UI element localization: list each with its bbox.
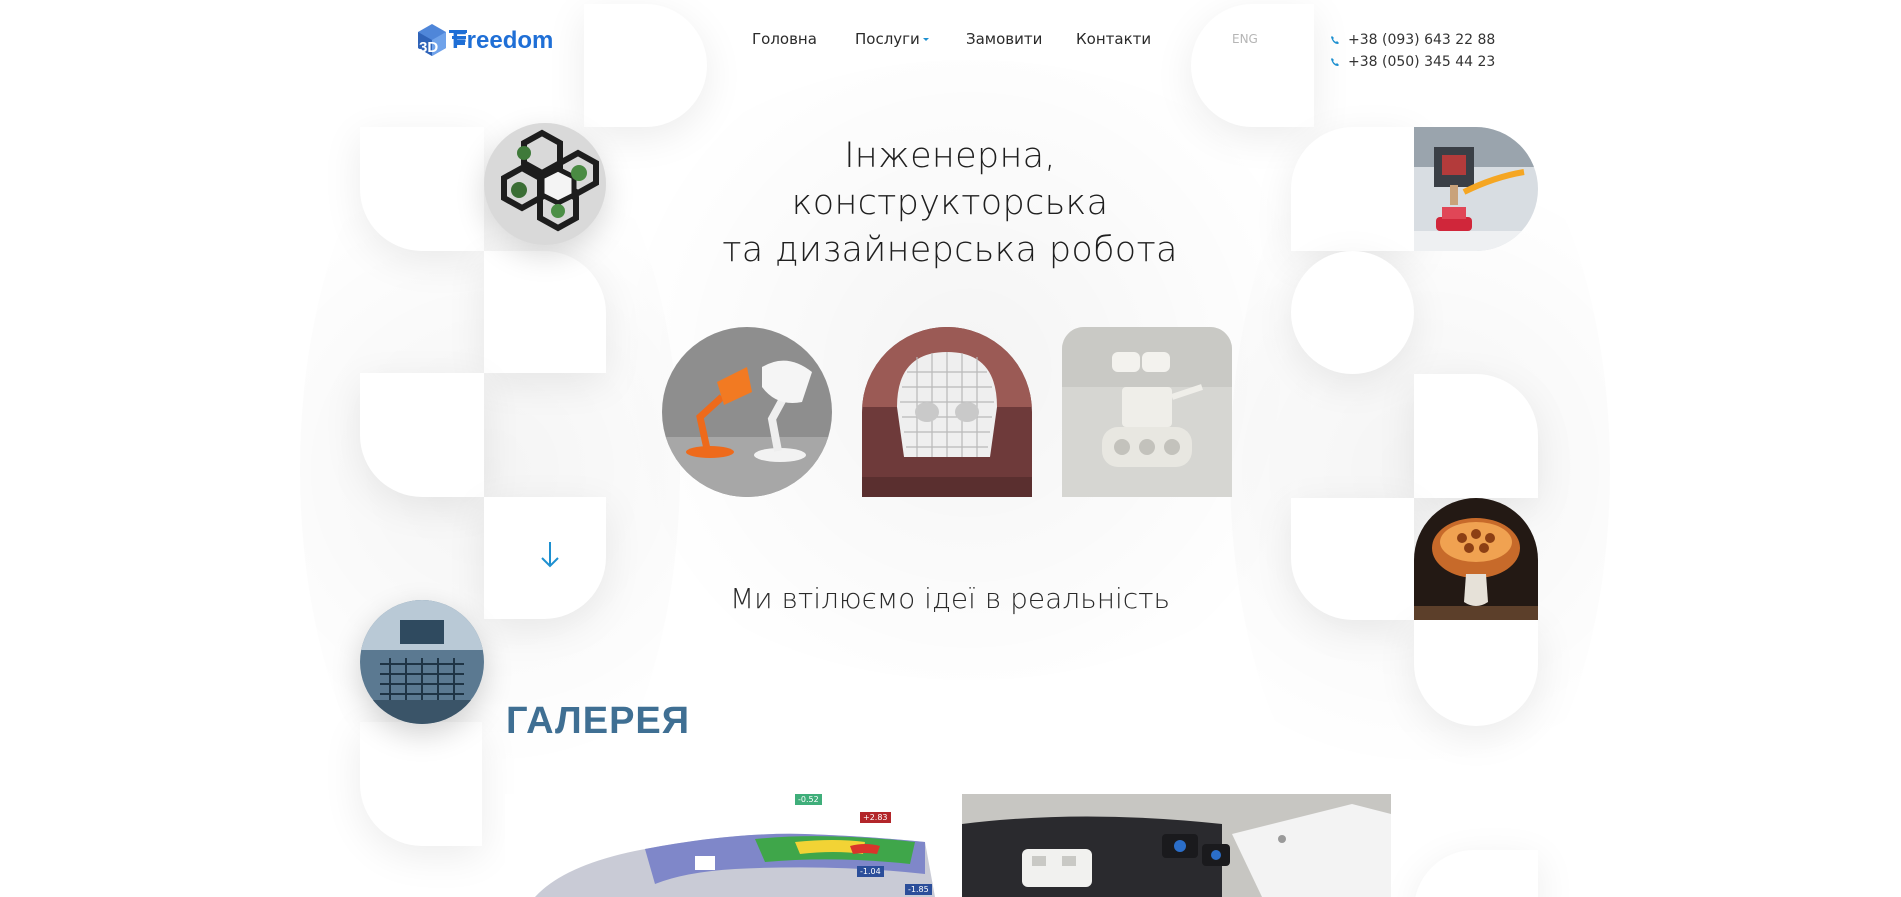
- printer-head-photo: [1414, 127, 1538, 251]
- language-switch[interactable]: ENG: [1232, 32, 1258, 46]
- decor-tile: [1291, 127, 1414, 251]
- phone-list: +38 (093) 643 22 88 +38 (050) 345 44 23: [1330, 29, 1495, 73]
- chevron-down-icon: [922, 38, 929, 41]
- cad-value-badge: -1.04: [857, 866, 884, 877]
- decor-tile: [360, 127, 484, 251]
- decor-tile: [484, 251, 606, 373]
- page: 3D Freedom Головна Послуги Замовити Конт…: [0, 0, 1901, 897]
- decor-tile: [360, 373, 484, 497]
- site-logo[interactable]: 3D Freedom: [416, 22, 576, 60]
- decor-tile: [1191, 4, 1314, 127]
- decor-tile: [360, 722, 482, 846]
- lamps-photo: [662, 327, 832, 497]
- nav-item-services[interactable]: Послуги: [855, 30, 929, 48]
- hero-title-line: Інженерна,: [844, 136, 1056, 176]
- skull-photo: [862, 327, 1032, 497]
- nav-item-home[interactable]: Головна: [752, 30, 817, 48]
- cad-analysis-image[interactable]: -0.52 +2.83 -1.04 -1.85: [505, 794, 935, 897]
- 3d-scanner-image[interactable]: [962, 794, 1391, 897]
- decor-tile: [1291, 498, 1414, 620]
- hero-title-line: та дизайнерська робота: [722, 230, 1178, 270]
- nav-item-label: Контакти: [1076, 30, 1152, 48]
- cad-value-badge: -0.52: [795, 794, 822, 805]
- phone-row[interactable]: +38 (050) 345 44 23: [1330, 51, 1495, 73]
- phone-icon: [1331, 36, 1339, 44]
- phone-number: +38 (093) 643 22 88: [1348, 32, 1496, 48]
- hero-tagline: Ми втілюємо ідеї в реальність: [729, 582, 1171, 615]
- nav-item-label: Головна: [752, 30, 817, 48]
- phone-row[interactable]: +38 (093) 643 22 88: [1330, 29, 1495, 51]
- decor-tile: [1414, 374, 1538, 498]
- scroll-down-arrow-icon[interactable]: [537, 538, 563, 570]
- phone-icon: [1331, 58, 1339, 66]
- phone-number: +38 (050) 345 44 23: [1348, 54, 1496, 70]
- mushroom-lamp-photo: [1414, 498, 1538, 620]
- hero-title-line: конструкторська: [791, 183, 1109, 223]
- nav-item-contacts[interactable]: Контакти: [1076, 30, 1151, 48]
- logo-prefix-text: 3D: [419, 39, 438, 56]
- logo-word-text: Freedom: [452, 27, 553, 54]
- gallery-heading: ГАЛЕРЕЯ: [506, 700, 691, 742]
- hexagon-planter-photo: [484, 123, 606, 245]
- nav-item-label: Послуги: [855, 30, 920, 48]
- nav-item-order[interactable]: Замовити: [966, 30, 1042, 48]
- robot-photo: [1062, 327, 1232, 497]
- lattice-print-photo: [360, 600, 484, 724]
- cad-value-badge: -1.85: [905, 884, 932, 895]
- hero-title: Інженерна, конструкторська та дизайнерсь…: [640, 133, 1260, 274]
- decor-tile: [584, 4, 707, 127]
- cad-value-badge: +2.83: [860, 812, 891, 823]
- nav-item-label: Замовити: [966, 30, 1043, 48]
- decor-tile: [1291, 251, 1414, 374]
